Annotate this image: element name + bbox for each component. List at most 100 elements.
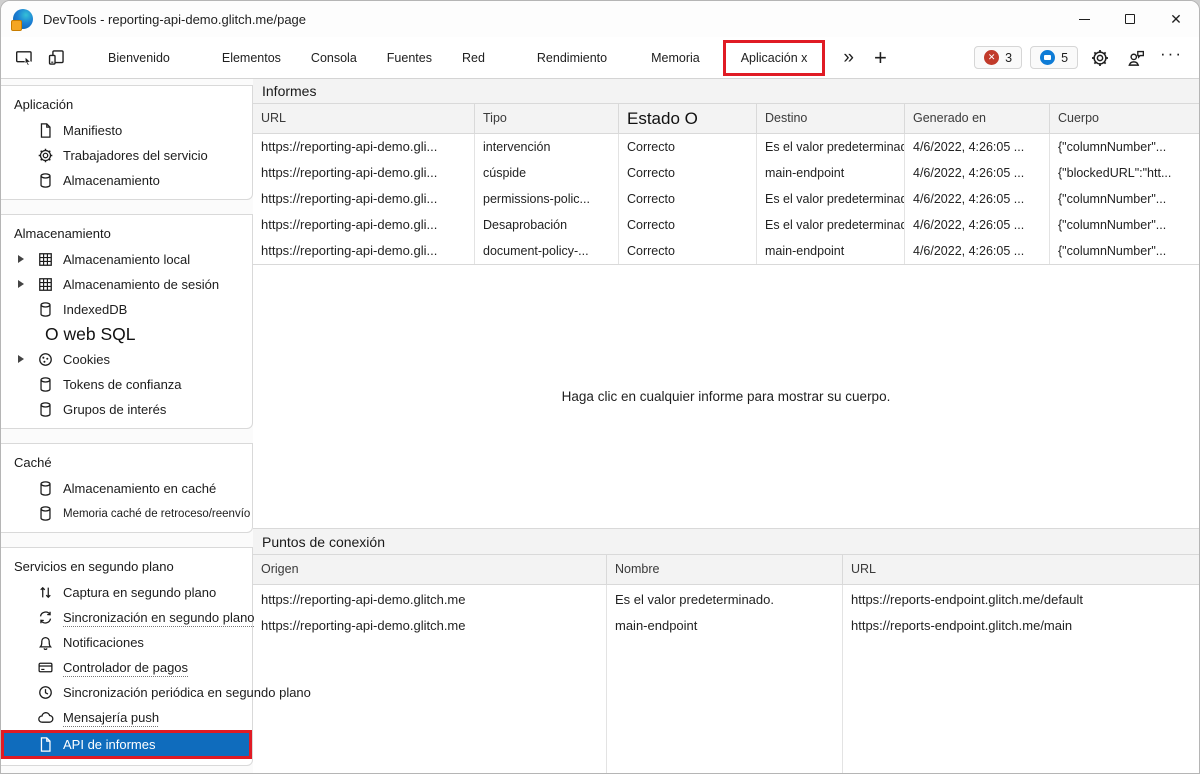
cell-origen[interactable]: https://reporting-api-demo.glitch.me bbox=[253, 587, 606, 613]
minimize-button[interactable] bbox=[1061, 1, 1107, 37]
sidebar-item-tokens-de-confianza[interactable]: Tokens de confianza bbox=[1, 372, 252, 397]
table-row[interactable]: https://reporting-api-demo.gli... cúspid… bbox=[253, 160, 1199, 186]
document-icon bbox=[37, 736, 54, 753]
cell-cuerpo: {"columnNumber"... bbox=[1050, 134, 1199, 160]
sidebar-section-aplicacion: Aplicación Manifiesto Trabajadores del s… bbox=[1, 85, 253, 200]
sidebar-item-sincronizacion-en-segundo-plano[interactable]: Sincronización en segundo plano bbox=[1, 605, 252, 630]
section-title-servicios[interactable]: Servicios en segundo plano bbox=[1, 554, 252, 580]
tab-aplicacion-highlighted[interactable]: Aplicación x bbox=[723, 40, 826, 76]
table-row[interactable]: https://reporting-api-demo.gli... Desapr… bbox=[253, 212, 1199, 238]
column-header-nombre[interactable]: Nombre bbox=[607, 555, 843, 585]
column-header-estado[interactable]: Estado O bbox=[619, 104, 757, 134]
sidebar-item-memoria-cache-retroceso[interactable]: Memoria caché de retroceso/reenvío bbox=[1, 501, 252, 526]
sidebar-item-web-sql[interactable]: O web SQL bbox=[1, 322, 252, 347]
section-title-aplicacion[interactable]: Aplicación bbox=[1, 92, 252, 118]
bell-icon bbox=[37, 634, 54, 651]
sidebar-item-almacenamiento[interactable]: Almacenamiento bbox=[1, 168, 252, 193]
column-header-origen[interactable]: Origen bbox=[253, 555, 607, 585]
cell-nombre[interactable]: main-endpoint bbox=[607, 613, 842, 639]
column-header-cuerpo[interactable]: Cuerpo bbox=[1050, 104, 1199, 134]
cell-tipo: document-policy-... bbox=[475, 238, 619, 264]
table-icon bbox=[37, 251, 54, 268]
sidebar-item-notificaciones[interactable]: Notificaciones bbox=[1, 630, 252, 655]
cell-nombre[interactable]: Es el valor predeterminado. bbox=[607, 587, 842, 613]
cell-origen[interactable]: https://reporting-api-demo.glitch.me bbox=[253, 613, 606, 639]
message-count-badge[interactable]: 5 bbox=[1030, 46, 1078, 69]
payment-card-icon bbox=[37, 659, 54, 676]
column-header-generado-en[interactable]: Generado en bbox=[905, 104, 1050, 134]
informes-table-body: https://reporting-api-demo.gli... interv… bbox=[253, 134, 1199, 265]
more-tabs-button[interactable]: » bbox=[833, 47, 864, 69]
tab-memoria[interactable]: Memoria bbox=[636, 38, 715, 78]
settings-button[interactable] bbox=[1086, 44, 1114, 72]
cell-endpoint-url[interactable]: https://reports-endpoint.glitch.me/defau… bbox=[843, 587, 1199, 613]
sidebar-item-manifiesto[interactable]: Manifiesto bbox=[1, 118, 252, 143]
tab-fuentes[interactable]: Fuentes bbox=[372, 38, 447, 78]
sync-icon bbox=[37, 609, 54, 626]
expand-triangle-icon[interactable] bbox=[18, 255, 24, 263]
tab-rendimiento[interactable]: Rendimiento bbox=[522, 38, 622, 78]
tab-consola[interactable]: Consola bbox=[296, 38, 372, 78]
database-icon bbox=[37, 401, 54, 418]
sidebar-item-label: Cookies bbox=[63, 352, 110, 367]
sidebar-item-trabajadores-del-servicio[interactable]: Trabajadores del servicio bbox=[1, 143, 252, 168]
sidebar-item-api-de-informes-selected[interactable]: API de informes bbox=[1, 730, 252, 759]
column-header-url[interactable]: URL bbox=[253, 104, 475, 134]
tab-elementos[interactable]: Elementos bbox=[207, 38, 296, 78]
cell-destino: Es el valor predeterminado bbox=[757, 186, 905, 212]
sidebar-item-label: Mensajería push bbox=[63, 710, 159, 725]
informes-section-bar: Informes bbox=[253, 79, 1199, 104]
database-icon bbox=[37, 505, 54, 522]
database-icon bbox=[37, 376, 54, 393]
sidebar-item-label: Captura en segundo plano bbox=[63, 585, 216, 600]
close-button[interactable]: ✕ bbox=[1153, 1, 1199, 37]
device-emulation-button[interactable] bbox=[43, 45, 69, 71]
sidebar-item-almacenamiento-local[interactable]: Almacenamiento local bbox=[1, 247, 252, 272]
sidebar-item-captura-en-segundo-plano[interactable]: Captura en segundo plano bbox=[1, 580, 252, 605]
section-title-cache[interactable]: Caché bbox=[1, 450, 252, 476]
sidebar-item-almacenamiento-de-sesion[interactable]: Almacenamiento de sesión bbox=[1, 272, 252, 297]
cell-cuerpo: {"blockedURL":"htt... bbox=[1050, 160, 1199, 186]
sidebar-item-cookies[interactable]: Cookies bbox=[1, 347, 252, 372]
toolbar-right-group: ✕ 3 5 ··· bbox=[974, 44, 1189, 72]
tab-bienvenido[interactable]: Bienvenido bbox=[93, 38, 185, 78]
sidebar-item-label: Notificaciones bbox=[63, 635, 144, 650]
maximize-button[interactable] bbox=[1107, 1, 1153, 37]
sidebar-item-controlador-de-pagos[interactable]: Controlador de pagos bbox=[1, 655, 252, 680]
add-tab-button[interactable]: + bbox=[864, 45, 897, 71]
sidebar-item-grupos-de-interes[interactable]: Grupos de interés bbox=[1, 397, 252, 422]
sidebar-item-indexeddb[interactable]: IndexedDB bbox=[1, 297, 252, 322]
sidebar-item-mensajeria-push[interactable]: Mensajería push bbox=[1, 705, 252, 730]
device-emulation-icon bbox=[47, 48, 66, 67]
informes-title: Informes bbox=[262, 83, 316, 99]
tab-red[interactable]: Red bbox=[447, 38, 500, 78]
endpoints-column-nombre: Es el valor predeterminado. main-endpoin… bbox=[607, 585, 843, 773]
cell-url: https://reporting-api-demo.gli... bbox=[253, 238, 475, 264]
table-row[interactable]: https://reporting-api-demo.gli... interv… bbox=[253, 134, 1199, 160]
table-row[interactable]: https://reporting-api-demo.gli... permis… bbox=[253, 186, 1199, 212]
expand-triangle-icon[interactable] bbox=[18, 355, 24, 363]
section-title-almacenamiento[interactable]: Almacenamiento bbox=[1, 221, 252, 247]
reporting-api-panel: Informes URL Tipo Estado O Destino Gener… bbox=[253, 79, 1199, 773]
sidebar-item-almacenamiento-en-cache[interactable]: Almacenamiento en caché bbox=[1, 476, 252, 501]
expand-triangle-icon[interactable] bbox=[18, 280, 24, 288]
table-row[interactable]: https://reporting-api-demo.gli... docume… bbox=[253, 238, 1199, 264]
cell-tipo: Desaprobación bbox=[475, 212, 619, 238]
cell-endpoint-url[interactable]: https://reports-endpoint.glitch.me/main bbox=[843, 613, 1199, 639]
column-header-tipo[interactable]: Tipo bbox=[475, 104, 619, 134]
edge-devtools-logo-icon bbox=[13, 9, 33, 29]
feedback-button[interactable] bbox=[1122, 44, 1150, 72]
sidebar-item-label: Sincronización en segundo plano bbox=[63, 610, 255, 625]
sidebar-item-sincronizacion-periodica[interactable]: Sincronización periódica en segundo plan… bbox=[1, 680, 252, 705]
sidebar-item-label: Almacenamiento bbox=[63, 173, 160, 188]
inspect-element-button[interactable] bbox=[11, 45, 37, 71]
message-count: 5 bbox=[1061, 51, 1068, 65]
column-header-destino[interactable]: Destino bbox=[757, 104, 905, 134]
more-options-button[interactable]: ··· bbox=[1158, 44, 1189, 72]
cell-cuerpo: {"columnNumber"... bbox=[1050, 212, 1199, 238]
endpoints-table-header: Origen Nombre URL bbox=[253, 555, 1199, 585]
error-count-badge[interactable]: ✕ 3 bbox=[974, 46, 1022, 69]
error-icon: ✕ bbox=[984, 50, 999, 65]
feedback-icon bbox=[1126, 48, 1146, 68]
column-header-url[interactable]: URL bbox=[843, 555, 1199, 585]
